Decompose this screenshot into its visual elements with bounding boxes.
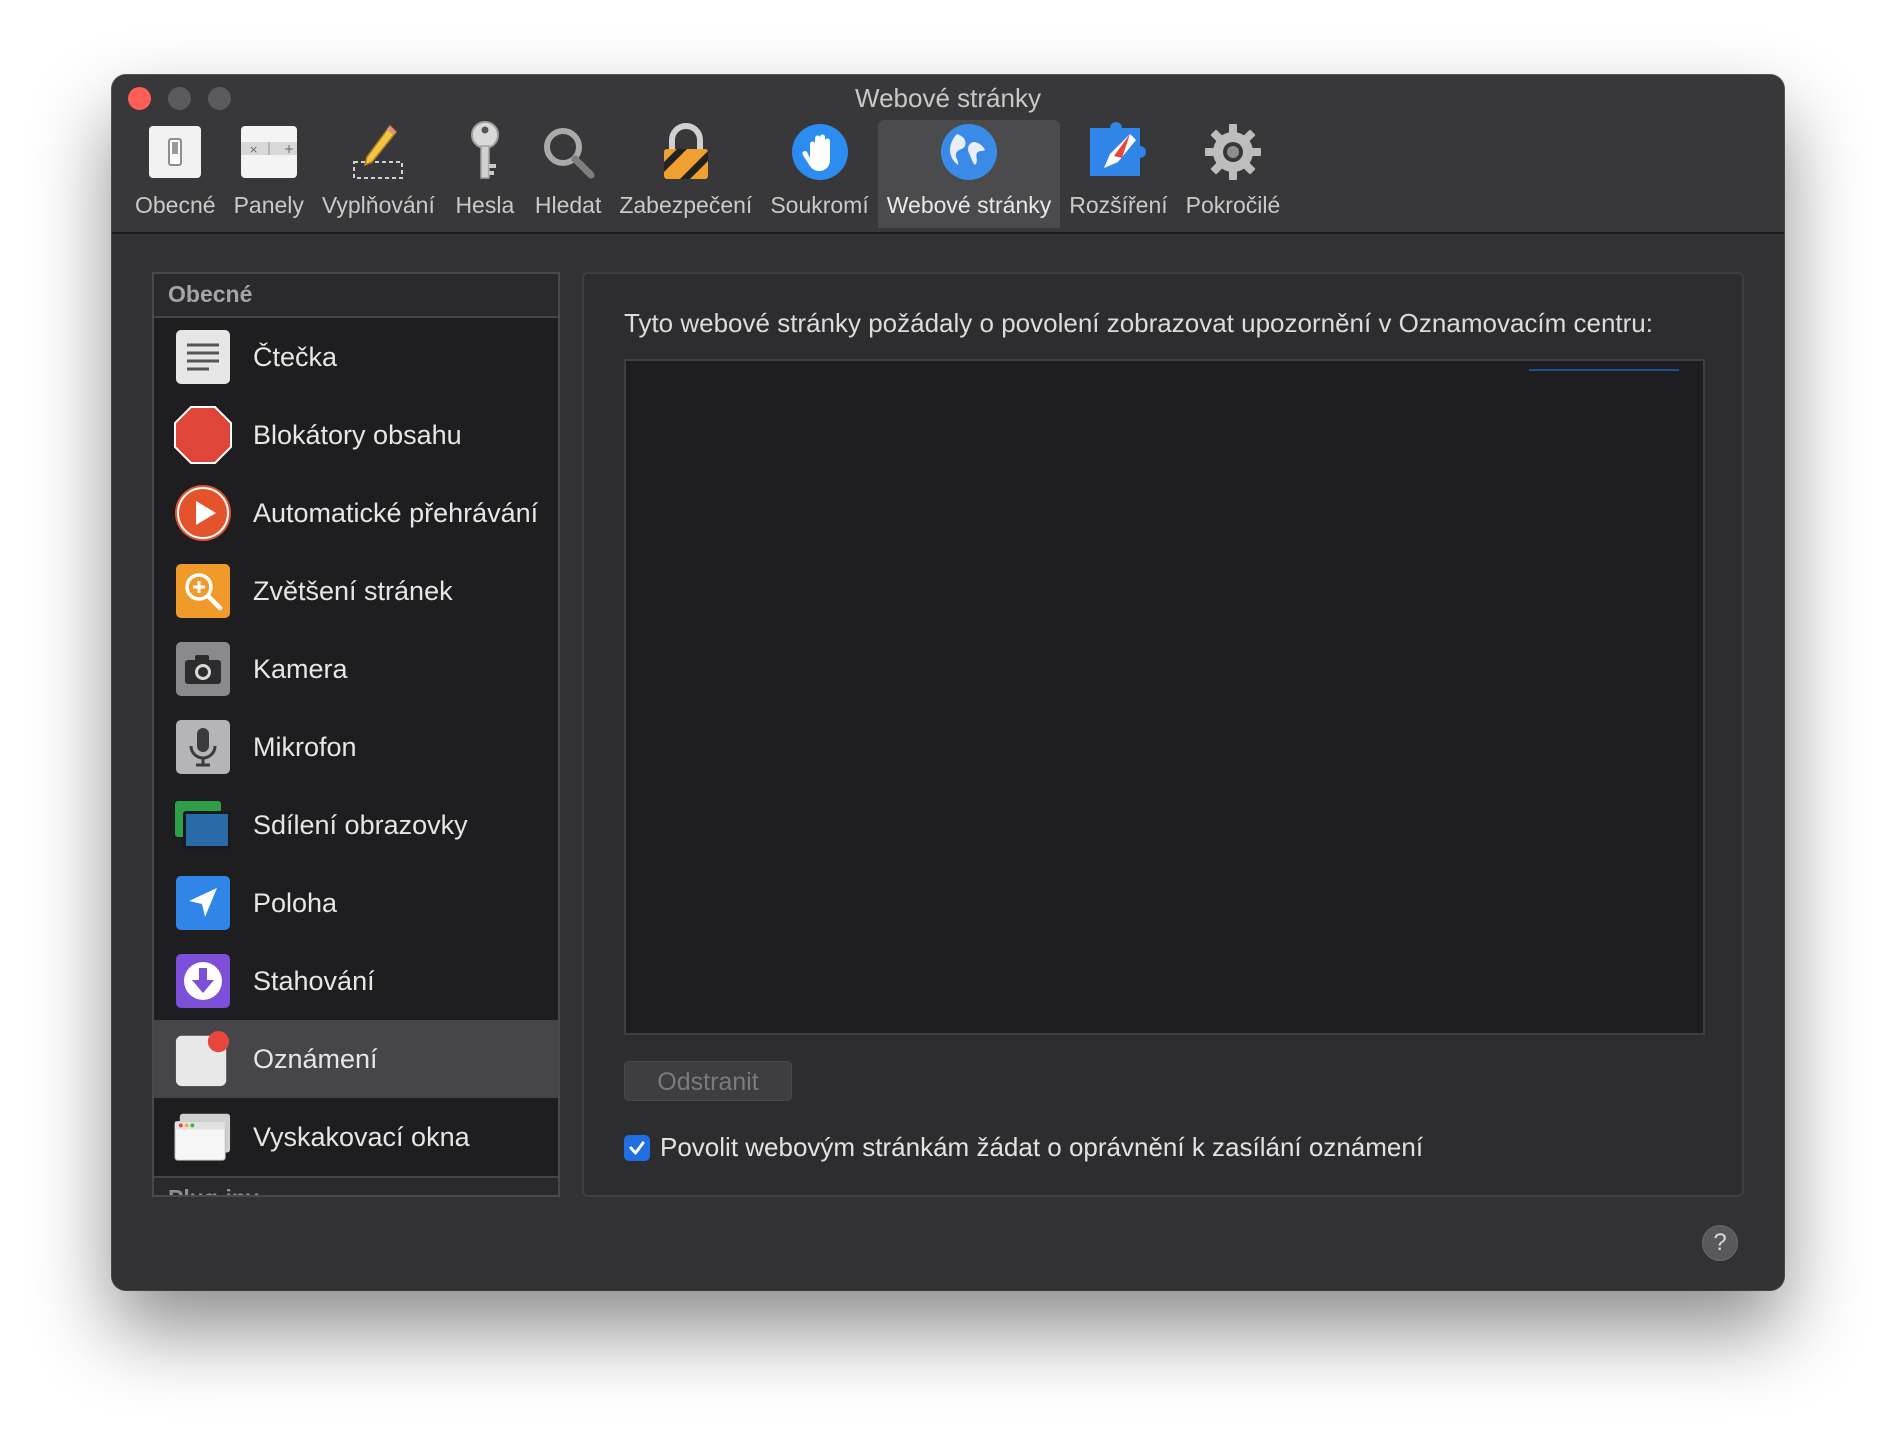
globe-icon bbox=[937, 120, 1001, 184]
preferences-toolbar: Obecné × + Panely Vyplňování Hesla Hleda… bbox=[126, 120, 1289, 232]
toolbar-tab-tabs[interactable]: × + Panely bbox=[225, 120, 313, 228]
general-switch-icon bbox=[143, 120, 207, 184]
gear-icon bbox=[1201, 120, 1265, 184]
key-icon bbox=[453, 120, 517, 184]
location-arrow-icon bbox=[174, 874, 232, 932]
allow-requests-label: Povolit webovým stránkám žádat o oprávně… bbox=[660, 1132, 1424, 1162]
sidebar-item-downloads[interactable]: Stahování bbox=[154, 942, 558, 1020]
pencil-icon bbox=[346, 120, 410, 184]
sidebar-section-plugins: Plug-iny bbox=[154, 1176, 558, 1195]
hand-icon bbox=[788, 120, 852, 184]
title-bar: Webové stránky Obecné × + Panely Vyplňov… bbox=[112, 75, 1784, 234]
list-column-divider bbox=[1529, 369, 1679, 371]
svg-text:×: × bbox=[249, 143, 258, 156]
toolbar-tab-search[interactable]: Hledat bbox=[526, 120, 610, 228]
popup-window-icon bbox=[174, 1108, 232, 1166]
sidebar-item-popup-windows[interactable]: Vyskakovací okna bbox=[154, 1098, 558, 1176]
sidebar-item-autoplay[interactable]: Automatické přehrávání bbox=[154, 474, 558, 552]
sidebar-item-content-blockers[interactable]: Blokátory obsahu bbox=[154, 396, 558, 474]
help-button[interactable]: ? bbox=[1702, 1225, 1738, 1261]
remove-button[interactable]: Odstranit bbox=[624, 1061, 792, 1101]
magnifier-icon bbox=[536, 120, 600, 184]
stop-sign-icon bbox=[174, 406, 232, 464]
puzzle-compass-icon bbox=[1086, 120, 1150, 184]
websites-list[interactable] bbox=[624, 359, 1705, 1035]
sidebar-item-camera[interactable]: Kamera bbox=[154, 630, 558, 708]
screen-sharing-icon bbox=[174, 796, 232, 854]
sidebar-item-page-zoom[interactable]: Zvětšení stránek bbox=[154, 552, 558, 630]
sidebar-item-notifications[interactable]: Oznámení bbox=[154, 1020, 558, 1098]
sidebar-item-location[interactable]: Poloha bbox=[154, 864, 558, 942]
sidebar-item-screen-sharing[interactable]: Sdílení obrazovky bbox=[154, 786, 558, 864]
microphone-icon bbox=[174, 718, 232, 776]
sidebar-item-reader[interactable]: Čtečka bbox=[154, 318, 558, 396]
toolbar-tab-privacy[interactable]: Soukromí bbox=[761, 120, 877, 228]
preferences-window: Webové stránky Obecné × + Panely Vyplňov… bbox=[112, 75, 1784, 1290]
toolbar-tab-security[interactable]: Zabezpečení bbox=[610, 120, 761, 228]
notification-badge-icon bbox=[174, 1030, 232, 1088]
toolbar-tab-extensions[interactable]: Rozšíření bbox=[1060, 120, 1176, 228]
tabs-icon: × + bbox=[237, 120, 301, 184]
sidebar-item-microphone[interactable]: Mikrofon bbox=[154, 708, 558, 786]
play-icon bbox=[174, 484, 232, 542]
sidebar-section-general: Obecné bbox=[154, 274, 558, 318]
allow-requests-checkbox-row[interactable]: Povolit webovým stránkám žádat o oprávně… bbox=[624, 1132, 1423, 1163]
allow-requests-checkbox[interactable] bbox=[624, 1134, 650, 1161]
toolbar-tab-websites[interactable]: Webové stránky bbox=[877, 120, 1061, 228]
reader-icon bbox=[174, 328, 232, 386]
website-settings-sidebar[interactable]: Obecné Čtečka Blokátory obsahu Automatic… bbox=[152, 272, 560, 1197]
window-title: Webové stránky bbox=[855, 83, 1041, 113]
toolbar-tab-autofill[interactable]: Vyplňování bbox=[313, 120, 444, 228]
padlock-icon bbox=[654, 120, 718, 184]
camera-icon bbox=[174, 640, 232, 698]
notifications-panel: Tyto webové stránky požádaly o povolení … bbox=[582, 272, 1744, 1197]
toolbar-tab-advanced[interactable]: Pokročilé bbox=[1177, 120, 1290, 228]
panel-description: Tyto webové stránky požádaly o povolení … bbox=[624, 308, 1653, 338]
toolbar-tab-passwords[interactable]: Hesla bbox=[444, 120, 526, 228]
checkmark-icon bbox=[629, 1141, 645, 1154]
svg-text:+: + bbox=[284, 142, 294, 156]
zoom-icon bbox=[174, 562, 232, 620]
download-icon bbox=[174, 952, 232, 1010]
toolbar-tab-general[interactable]: Obecné bbox=[126, 120, 225, 228]
